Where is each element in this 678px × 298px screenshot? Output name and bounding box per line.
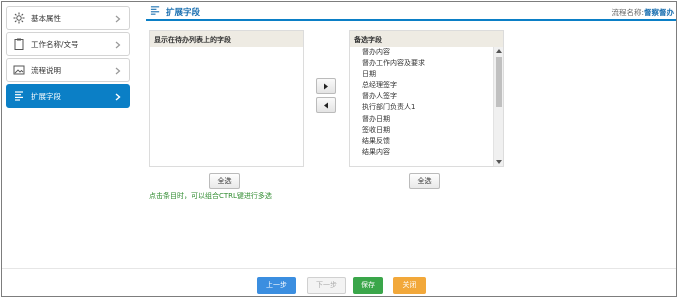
list-item[interactable]: 督办工作内容及要求 <box>350 58 493 69</box>
close-button[interactable]: 关闭 <box>393 277 426 294</box>
sidebar-item-label: 工作名称/文号 <box>31 39 79 49</box>
candidate-fields-list[interactable]: 督办内容 督办工作内容及要求 日期 总经理签字 督办人签字 执行部门负责人1 督… <box>350 47 493 166</box>
list-icon <box>7 90 31 102</box>
move-left-button[interactable] <box>316 97 336 113</box>
list-item[interactable]: 签收日期 <box>350 125 493 136</box>
list-item[interactable]: 结果反馈 <box>350 136 493 147</box>
displayed-fields-title: 显示在待办列表上的字段 <box>150 31 303 47</box>
chevron-right-icon <box>113 92 123 102</box>
scroll-up-icon[interactable] <box>496 49 502 53</box>
scroll-thumb[interactable] <box>496 57 502 107</box>
list-item[interactable]: 日期 <box>350 69 493 80</box>
divider <box>2 268 676 269</box>
candidate-fields-title: 备选字段 <box>350 31 503 47</box>
displayed-fields-panel: 显示在待办列表上的字段 <box>149 30 304 167</box>
gear-icon <box>7 12 31 24</box>
flow-name-label: 流程名称: <box>611 8 644 17</box>
sidebar-item-label: 扩展字段 <box>31 91 61 101</box>
list-item[interactable]: 督办日期 <box>350 114 493 125</box>
sidebar-item-basic-properties[interactable]: 基本属性 <box>6 6 130 30</box>
flow-name: 流程名称:督察督办 <box>611 7 674 18</box>
page-header: 扩展字段 流程名称:督察督办 <box>146 3 676 21</box>
arrow-left-icon <box>324 102 328 108</box>
candidate-fields-panel: 备选字段 督办内容 督办工作内容及要求 日期 总经理签字 督办人签字 执行部门负… <box>349 30 504 167</box>
chevron-right-icon <box>113 40 123 50</box>
image-icon <box>7 64 31 76</box>
sidebar: 基本属性 工作名称/文号 流程说明 扩展字段 <box>6 6 130 110</box>
list-icon <box>150 5 161 18</box>
sidebar-item-label: 基本属性 <box>31 13 61 23</box>
save-button[interactable]: 保存 <box>353 277 383 294</box>
sidebar-item-label: 流程说明 <box>31 65 61 75</box>
flow-name-value: 督察督办 <box>644 8 674 17</box>
list-item[interactable]: 督办内容 <box>350 47 493 58</box>
sidebar-item-work-name[interactable]: 工作名称/文号 <box>6 32 130 56</box>
chevron-right-icon <box>113 66 123 76</box>
list-item[interactable]: 执行部门负责人1 <box>350 102 493 113</box>
clipboard-icon <box>7 38 31 50</box>
sidebar-item-extended-fields[interactable]: 扩展字段 <box>6 84 130 108</box>
scrollbar[interactable] <box>493 47 503 166</box>
page-title: 扩展字段 <box>166 8 201 18</box>
list-item[interactable]: 督办人签字 <box>350 91 493 102</box>
arrow-right-icon <box>324 83 328 89</box>
select-all-displayed-button[interactable]: 全选 <box>209 173 240 189</box>
move-right-button[interactable] <box>316 78 336 94</box>
next-step-button[interactable]: 下一步 <box>307 277 346 294</box>
list-item[interactable]: 结果内容 <box>350 147 493 158</box>
select-all-candidate-button[interactable]: 全选 <box>409 173 440 189</box>
list-item[interactable]: 总经理签字 <box>350 80 493 91</box>
displayed-fields-list[interactable] <box>150 47 293 166</box>
sidebar-item-flow-description[interactable]: 流程说明 <box>6 58 130 82</box>
prev-step-button[interactable]: 上一步 <box>257 277 296 294</box>
scroll-down-icon[interactable] <box>496 160 502 164</box>
multi-select-hint: 点击条目时，可以组合CTRL键进行多选 <box>149 192 272 200</box>
chevron-right-icon <box>113 14 123 24</box>
